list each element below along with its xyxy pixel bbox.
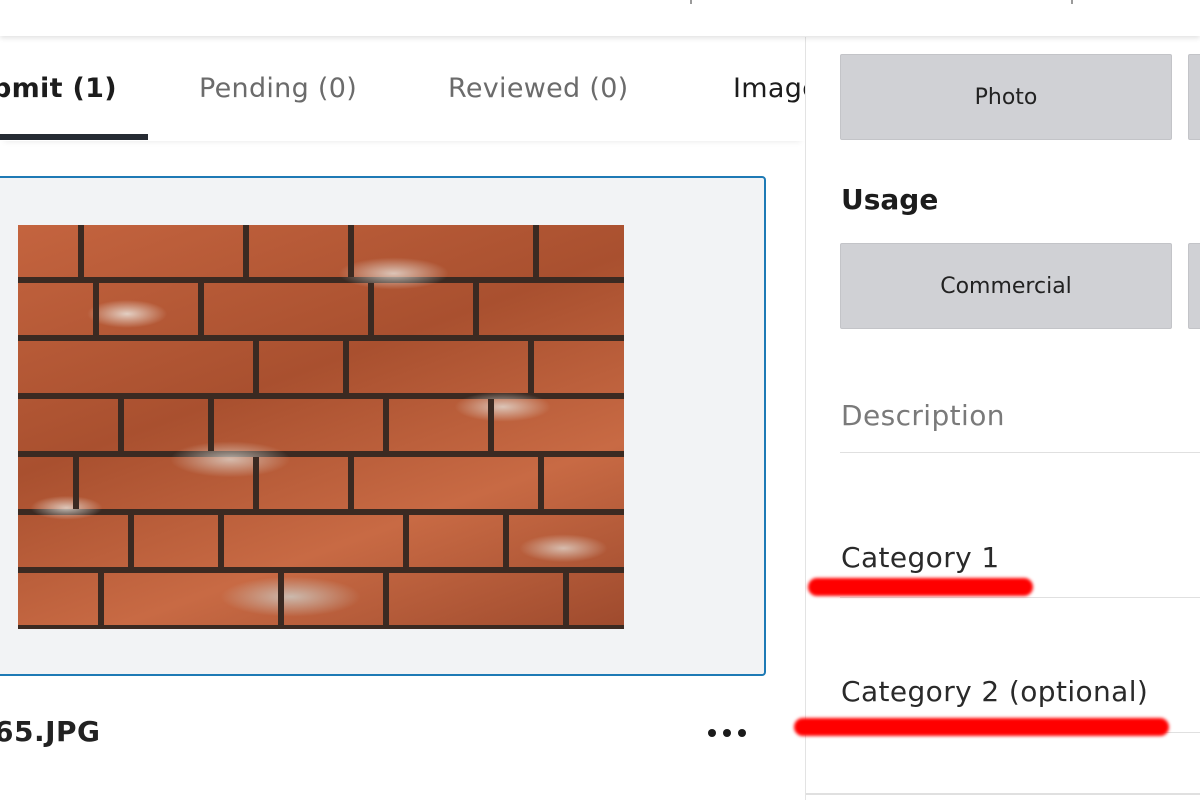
tab-reviewed[interactable]: Reviewed (0) <box>448 73 629 104</box>
brick-joint <box>278 573 284 629</box>
header-divider <box>1071 0 1073 4</box>
header-divider <box>690 0 692 4</box>
tab-to-submit[interactable]: bmit (1) <box>0 73 117 104</box>
brick-joint <box>348 225 354 277</box>
brick-joint <box>383 399 389 451</box>
image-thumbnail <box>18 225 624 629</box>
brick-joint <box>243 225 249 277</box>
selected-image-card[interactable] <box>0 176 766 676</box>
file-name: 65.JPG <box>0 715 101 748</box>
usage-heading: Usage <box>841 183 939 216</box>
submission-panel: bmit (1) Pending (0) Reviewed (0) Image <box>0 37 805 800</box>
brick-joint <box>473 283 479 335</box>
dot-icon <box>708 729 716 737</box>
top-header-bar <box>0 0 1200 36</box>
category-1-label: Category 1 <box>841 541 1000 574</box>
brick-joint <box>503 515 509 567</box>
description-placeholder: Description <box>841 399 1005 432</box>
divider <box>806 793 1200 795</box>
brick-joint <box>533 225 539 277</box>
dot-icon <box>738 729 746 737</box>
brick-joint <box>93 283 99 335</box>
more-options-button[interactable] <box>706 727 746 739</box>
red-underline-annotation <box>808 578 1033 596</box>
brick-joint <box>253 457 259 509</box>
brick-joint <box>128 515 134 567</box>
tab-images[interactable]: Image <box>733 73 805 104</box>
status-tabs: bmit (1) Pending (0) Reviewed (0) Image <box>0 37 805 141</box>
brick-joint <box>488 399 494 451</box>
brick-joint <box>403 515 409 567</box>
dot-icon <box>723 729 731 737</box>
brick-joint <box>118 399 124 451</box>
content-type-next-option-button[interactable] <box>1188 54 1200 140</box>
brick-joint <box>208 399 214 451</box>
brick-joint <box>343 341 349 393</box>
category-2-label: Category 2 (optional) <box>841 675 1149 708</box>
brick-joint <box>198 283 204 335</box>
active-tab-indicator <box>0 134 148 140</box>
brick-joint <box>98 573 104 629</box>
brick-joint <box>218 515 224 567</box>
brick-joint <box>538 457 544 509</box>
brick-joint <box>348 457 354 509</box>
description-field[interactable]: Description <box>840 377 1200 453</box>
brick-joint <box>528 341 534 393</box>
content-type-photo-button[interactable]: Photo <box>840 54 1172 140</box>
usage-next-option-button[interactable] <box>1188 243 1200 329</box>
brick-joint <box>78 225 84 277</box>
tab-pending[interactable]: Pending (0) <box>199 73 357 104</box>
brick-joint <box>253 341 259 393</box>
brick-joint <box>563 573 569 629</box>
usage-commercial-button[interactable]: Commercial <box>840 243 1172 329</box>
brick-joint <box>73 457 79 509</box>
brick-joint <box>383 573 389 629</box>
brick-joint <box>368 283 374 335</box>
details-panel: Photo Usage Commercial Description Categ… <box>794 37 1200 800</box>
red-underline-annotation <box>794 718 1169 736</box>
